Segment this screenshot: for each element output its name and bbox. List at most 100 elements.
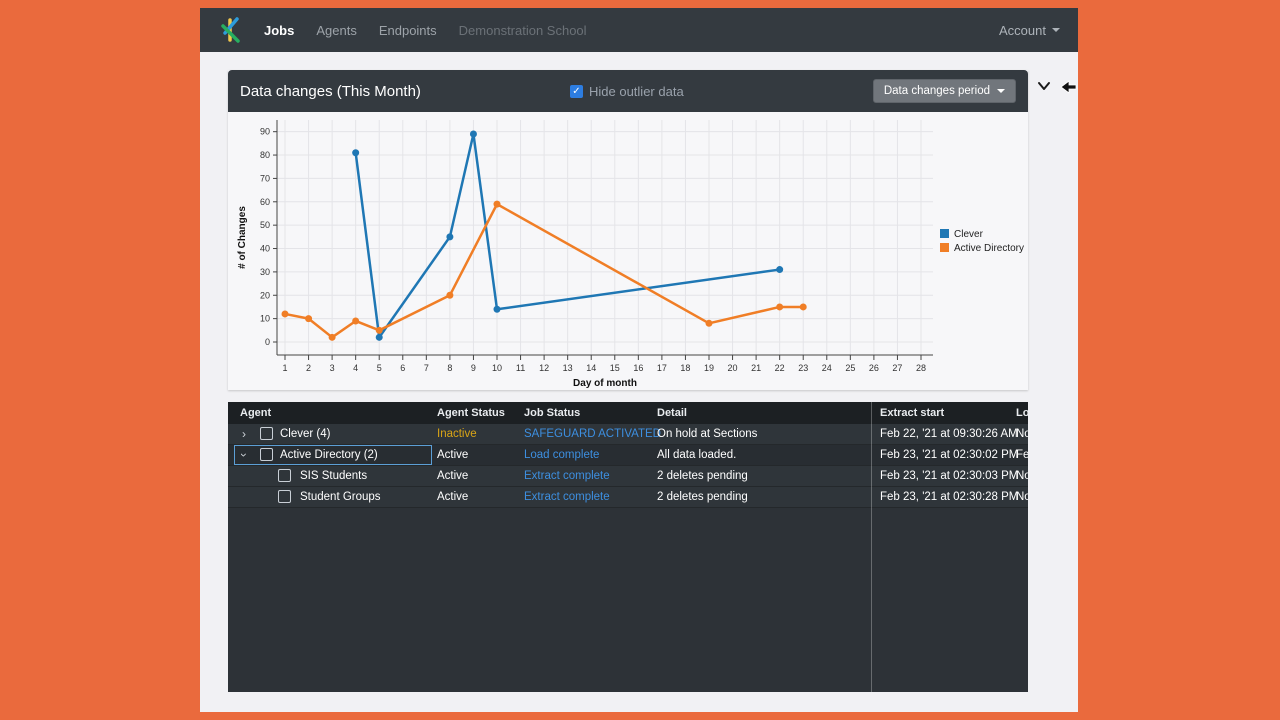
top-navbar: Jobs Agents Endpoints Demonstration Scho… [200,8,1078,52]
load-start-time: No [1016,428,1028,440]
agent-status: Active [437,449,469,461]
svg-text:50: 50 [260,220,270,230]
svg-text:14: 14 [586,363,596,373]
svg-text:26: 26 [869,363,879,373]
job-status-link[interactable]: Extract complete [524,466,610,486]
svg-text:2: 2 [306,363,311,373]
svg-text:22: 22 [775,363,785,373]
job-status-link[interactable]: Load complete [524,445,599,465]
job-detail: 2 deletes pending [657,491,748,503]
period-button-label: Data changes period [883,85,990,97]
extract-start-time: Feb 23, '21 at 02:30:28 PM [880,491,1019,503]
svg-text:20: 20 [260,290,270,300]
svg-text:24: 24 [822,363,832,373]
agent-status: Inactive [437,428,477,440]
job-detail: All data loaded. [657,449,737,461]
job-status-link[interactable]: Extract complete [524,487,610,507]
collapse-panel-chevron-icon[interactable] [1035,78,1053,94]
svg-text:17: 17 [657,363,667,373]
row-checkbox[interactable] [260,427,273,440]
svg-text:10: 10 [492,363,502,373]
data-changes-panel-header: Data changes (This Month) ✓ Hide outlier… [228,70,1028,112]
svg-text:23: 23 [798,363,808,373]
svg-text:27: 27 [892,363,902,373]
table-row[interactable]: › Active Directory (2) Active Load complete… [228,445,1028,466]
agent-name: SIS Students [300,470,368,482]
svg-text:28: 28 [916,363,926,373]
chevron-down-icon[interactable]: › [234,453,254,457]
app-window: Jobs Agents Endpoints Demonstration Scho… [200,8,1078,712]
svg-text:19: 19 [704,363,714,373]
svg-text:30: 30 [260,267,270,277]
extract-start-time: Feb 23, '21 at 02:30:02 PM [880,449,1019,461]
extract-start-time: Feb 23, '21 at 02:30:03 PM [880,470,1019,482]
hide-outlier-group: ✓ Hide outlier data [570,84,684,99]
legend-label: Clever [954,229,984,240]
nav-item-endpoints[interactable]: Endpoints [379,23,437,38]
y-axis-title: # of Changes [237,206,248,269]
job-status-link[interactable]: SAFEGUARD ACTIVATED [524,424,661,444]
column-header-detail[interactable]: Detail [657,402,687,424]
svg-text:15: 15 [610,363,620,373]
svg-text:10: 10 [260,314,270,324]
job-detail: On hold at Sections [657,428,758,440]
svg-text:16: 16 [633,363,643,373]
nav-item-jobs[interactable]: Jobs [264,23,294,38]
job-detail: 2 deletes pending [657,470,748,482]
table-row[interactable]: Student Groups Active Extract complete 2 de… [228,487,1028,508]
legend-label: Active Directory [954,243,1024,254]
table-row[interactable]: SIS Students Active Extract complete 2 dele… [228,466,1028,487]
nav-item-demonstration-school[interactable]: Demonstration School [459,23,587,38]
panel-title: Data changes (This Month) [240,82,421,100]
load-start-time: Fe [1016,449,1028,461]
data-changes-period-button[interactable]: Data changes period [872,79,1016,103]
mouse-cursor [1060,80,1077,94]
column-header-job-status[interactable]: Job Status [524,402,580,424]
brand-logo-icon[interactable] [218,17,244,43]
account-label: Account [999,22,1046,38]
agent-status: Active [437,491,469,503]
row-checkbox[interactable] [278,469,291,482]
chevron-down-icon [997,89,1005,93]
agent-name: Clever (4) [280,428,331,440]
svg-text:5: 5 [377,363,382,373]
x-axis-title: Day of month [573,378,637,389]
chevron-down-icon [1052,28,1060,32]
agent-name: Active Directory (2) [280,449,378,461]
svg-text:7: 7 [424,363,429,373]
chevron-right-icon[interactable]: › [242,424,246,444]
svg-text:18: 18 [680,363,690,373]
load-start-time: No [1016,491,1028,503]
account-dropdown[interactable]: Account [999,23,1060,38]
svg-text:21: 21 [751,363,761,373]
svg-text:6: 6 [400,363,405,373]
agent-name: Student Groups [300,491,381,503]
table-header-row: Agent Agent Status Job Status Detail Extract… [228,402,1028,424]
svg-text:3: 3 [330,363,335,373]
svg-text:1: 1 [282,363,287,373]
column-header-agent[interactable]: Agent [240,402,271,424]
column-header-extract-start[interactable]: Extract start [880,402,944,424]
svg-text:25: 25 [845,363,855,373]
svg-text:20: 20 [728,363,738,373]
svg-text:9: 9 [471,363,476,373]
hide-outlier-label: Hide outlier data [589,83,684,99]
agent-status: Active [437,470,469,482]
table-row[interactable]: › Clever (4) Inactive SAFEGUARD ACTIVATED On… [228,424,1028,445]
hide-outlier-checkbox[interactable]: ✓ [570,84,583,98]
table-body: › Clever (4) Inactive SAFEGUARD ACTIVATED On… [228,424,1028,508]
svg-text:11: 11 [516,363,525,373]
svg-text:90: 90 [260,127,270,137]
nav-item-agents[interactable]: Agents [316,23,356,38]
column-header-agent-status[interactable]: Agent Status [437,402,505,424]
row-checkbox[interactable] [278,490,291,503]
svg-text:40: 40 [260,244,270,254]
agents-table-panel: Agent Agent Status Job Status Detail Extract… [228,402,1028,692]
svg-text:0: 0 [265,337,270,347]
svg-text:70: 70 [260,173,270,183]
row-checkbox[interactable] [260,448,273,461]
column-header-lo[interactable]: Lo [1016,402,1028,424]
load-start-time: No [1016,470,1028,482]
line-chart-svg: 01020304050607080901 2 3 4 5 6 7 8 9 10 11 12 13 14 15… [237,120,1024,389]
svg-text:13: 13 [563,363,573,373]
